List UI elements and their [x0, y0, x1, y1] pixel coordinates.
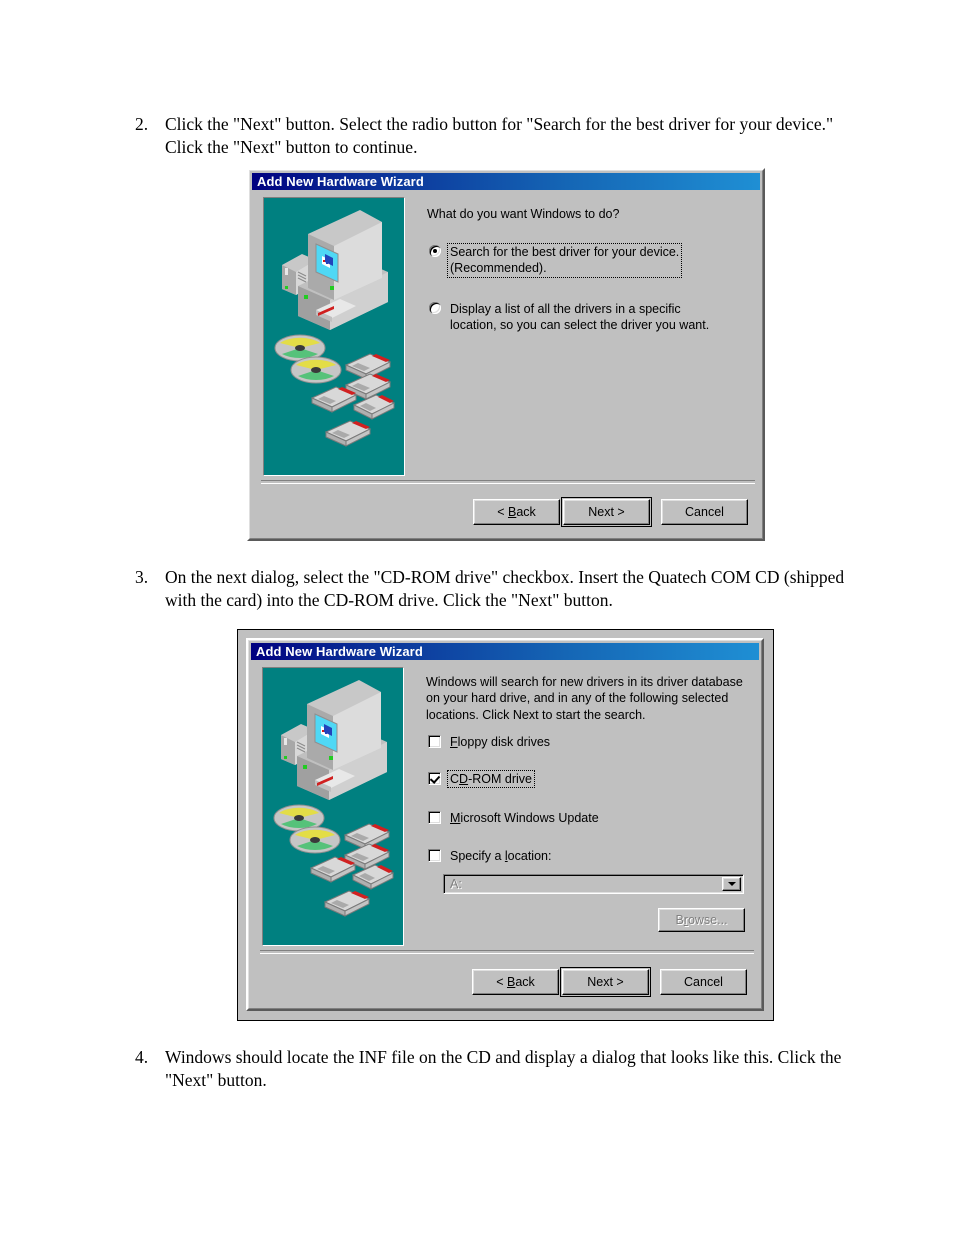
checkbox-cd-rom-drive-label: CD-ROM drive [447, 769, 535, 789]
checkbox-microsoft-windows-update-box[interactable] [428, 811, 441, 824]
chevron-down-icon[interactable] [722, 877, 741, 891]
checkbox-floppy-disk-drives-label: Floppy disk drives [450, 735, 551, 749]
dialog-2-illustration [262, 667, 404, 946]
dialog-2-separator [260, 950, 754, 954]
dialog-2-cancel-button[interactable]: Cancel [660, 969, 747, 995]
chevron-down-glyph [727, 882, 736, 886]
dialog-2-body-line-3: locations. Click Next to start the searc… [426, 707, 646, 722]
checkbox-cd-rom-drive[interactable]: CD-ROM drive [428, 769, 668, 789]
dialog-1-cancel-label: Cancel [685, 505, 724, 519]
step-2-text: Click the "Next" button. Select the radi… [165, 114, 834, 158]
checkbox-microsoft-windows-update[interactable]: Microsoft Windows Update [428, 810, 688, 826]
dialog-2-cancel-label: Cancel [684, 975, 723, 989]
add-new-hardware-wizard-dialog-2[interactable]: Add New Hardware Wizard Windows will sea… [246, 638, 764, 1011]
radio-display-driver-list-indicator[interactable] [429, 302, 441, 314]
step-4: 4. Windows should locate the INF file on… [135, 1046, 847, 1092]
radio-search-best-driver-label: Search for the best driver for your devi… [446, 243, 683, 278]
dialog-1-back-button[interactable]: < Back [473, 499, 560, 525]
checkbox-microsoft-windows-update-label: Microsoft Windows Update [450, 811, 599, 825]
dialog-2-titlebar: Add New Hardware Wizard [251, 643, 759, 660]
radio-search-best-driver-indicator[interactable] [429, 245, 441, 257]
location-combobox[interactable]: A: [443, 874, 744, 894]
radio-option-2-line-1: Display a list of all the drivers in a s… [450, 302, 681, 316]
location-combobox-value: A: [450, 877, 462, 891]
dialog-1-prompt: What do you want Windows to do? [427, 207, 620, 221]
step-2-number: 2. [135, 114, 149, 134]
dialog-2-title: Add New Hardware Wizard [256, 644, 423, 659]
add-new-hardware-wizard-dialog-1[interactable]: Add New Hardware Wizard What do you want… [247, 168, 765, 541]
dialog-2-body-line-1: Windows will search for new drivers in i… [426, 675, 743, 689]
dialog-1-next-button[interactable]: Next > [561, 497, 652, 527]
checkbox-floppy-disk-drives-box[interactable] [428, 735, 441, 748]
dialog-2-body-line-2: on your hard drive, and in any of the fo… [426, 691, 729, 706]
checkbox-specify-a-location-box[interactable] [428, 849, 441, 862]
dialog-1-illustration [263, 197, 405, 476]
dialog-2-next-label: Next > [587, 975, 624, 989]
step-4-text: Windows should locate the INF file on th… [165, 1047, 842, 1091]
dialog-1-back-label: < Back [497, 505, 536, 519]
dialog-2-body-text: Windows will search for new drivers in i… [426, 674, 756, 723]
radio-display-driver-list-label: Display a list of all the drivers in a s… [448, 301, 711, 334]
dialog-2-back-button[interactable]: < Back [472, 969, 559, 995]
dialog-1-next-label: Next > [588, 505, 625, 519]
checkbox-cd-rom-drive-box[interactable] [428, 772, 441, 785]
step-4-number: 4. [135, 1047, 149, 1067]
step-3-text: On the next dialog, select the "CD-ROM d… [165, 567, 845, 611]
browse-button-label: Browse... [675, 913, 728, 927]
browse-button[interactable]: Browse... [658, 908, 745, 932]
radio-search-best-driver[interactable]: Search for the best driver for your devi… [429, 243, 689, 278]
step-3: 3. On the next dialog, select the "CD-RO… [135, 566, 847, 612]
radio-option-1-line-1: Search for the best driver for your devi… [450, 245, 680, 259]
step-3-number: 3. [135, 567, 149, 587]
dialog-1-separator [261, 480, 755, 484]
dialog-2-back-label: < Back [496, 975, 535, 989]
step-2: 2. Click the "Next" button. Select the r… [135, 113, 835, 159]
dialog-1-cancel-button[interactable]: Cancel [661, 499, 748, 525]
dialog-2-next-button[interactable]: Next > [560, 967, 651, 997]
checkbox-specify-a-location[interactable]: Specify a location: [428, 848, 668, 864]
radio-option-2-line-2: location, so you can select the driver y… [450, 318, 710, 333]
dialog-1-titlebar: Add New Hardware Wizard [252, 173, 760, 190]
dialog-1-title: Add New Hardware Wizard [257, 174, 424, 189]
checkbox-specify-a-location-label: Specify a location: [450, 849, 552, 863]
computer-and-media-illustration [264, 198, 404, 475]
checkbox-floppy-disk-drives[interactable]: Floppy disk drives [428, 734, 668, 750]
computer-and-media-illustration-2 [263, 668, 403, 945]
radio-option-1-line-2: (Recommended). [450, 261, 547, 276]
radio-display-driver-list[interactable]: Display a list of all the drivers in a s… [429, 301, 719, 334]
